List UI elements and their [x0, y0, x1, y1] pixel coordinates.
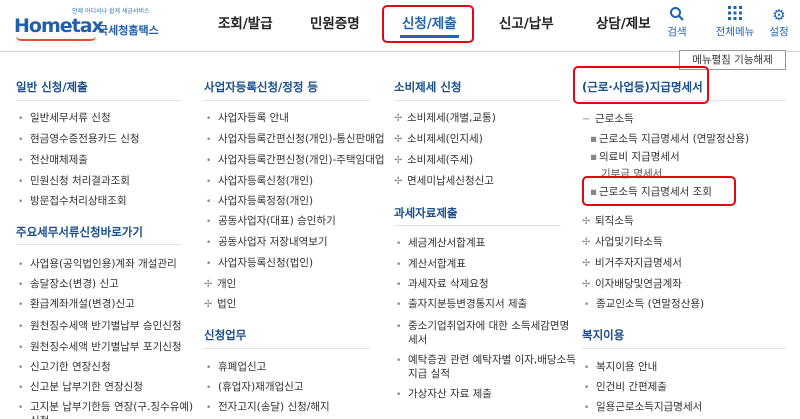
- section-divider: [16, 100, 182, 101]
- section-divider: [394, 225, 560, 226]
- menu-item[interactable]: • 환급계좌개설(변경)신고: [18, 296, 135, 311]
- logo-wordmark: Hometax: [14, 15, 104, 37]
- logo-korean-name: 국세청홈택스: [98, 24, 159, 37]
- plus-icon: ✢: [394, 134, 403, 145]
- plus-icon: ✢: [582, 279, 591, 290]
- menu-item[interactable]: • 사업용(공익법인용)계좌 개설관리: [18, 256, 177, 271]
- menu-item[interactable]: • 사업자등록신청(법인): [206, 255, 313, 270]
- plus-icon: ✢: [394, 113, 403, 124]
- menu-item-expanded[interactable]: − 근로소득: [582, 111, 634, 126]
- plus-icon: ✢: [204, 279, 213, 290]
- menu-item-expandable[interactable]: ✢ 비거주자지급명세서: [582, 255, 682, 270]
- logo-tagline: 언제 어디서나 쉽게 세금서비스: [72, 8, 150, 15]
- plus-icon: ✢: [582, 216, 591, 227]
- menu-item-expandable[interactable]: ✢ 법인: [204, 296, 236, 311]
- menu-item[interactable]: • 방문접수처리상태조회: [18, 193, 127, 208]
- section-divider: [582, 348, 786, 349]
- menu-item[interactable]: • 휴폐업신고: [206, 359, 266, 374]
- section-title-application-tasks[interactable]: 신청업무: [204, 327, 246, 343]
- grid-icon: [712, 6, 758, 24]
- settings-label: 설정: [769, 26, 789, 38]
- search-label: 검색: [667, 26, 687, 38]
- submenu-item[interactable]: ▪ 의료비 지급명세서: [590, 149, 680, 164]
- plus-icon: ✢: [582, 237, 591, 248]
- menu-item[interactable]: • 사업자등록정정(개인): [206, 193, 313, 208]
- section-title-business-registration[interactable]: 사업자등록신청/정정 등: [204, 79, 318, 95]
- menu-item[interactable]: • 출자지분등변경통지서 제출: [396, 296, 527, 311]
- highlight-box-statement-inquiry: [582, 176, 736, 206]
- menu-item-expandable[interactable]: ✢ 소비제세(주세): [394, 152, 473, 167]
- logo-swoosh: [16, 36, 96, 41]
- gear-icon: ⚙: [772, 6, 786, 24]
- menu-item-expandable[interactable]: ✢ 면세미납세신청신고: [394, 173, 494, 188]
- menu-item-expandable[interactable]: ✢ 사업및기타소득: [582, 234, 663, 249]
- menu-item-expandable[interactable]: ✢ 개인: [204, 276, 236, 291]
- menu-item[interactable]: • 전산매체제출: [18, 152, 88, 167]
- menu-item[interactable]: • 공동사업자(대표) 승인하기: [206, 213, 336, 228]
- submenu-item[interactable]: ▪ 근로소득 지급명세서 (연말정산용): [590, 131, 749, 146]
- hometax-logo[interactable]: 언제 어디서나 쉽게 세금서비스 Hometax 국세청홈택스: [14, 6, 164, 42]
- menu-item[interactable]: • 인건비 간편제출: [584, 379, 667, 394]
- menu-item[interactable]: • 예탁증권 관련 예탁자별 이자,배당소득: [396, 352, 576, 367]
- menu-item-expandable[interactable]: ✢ 소비제세(개별,교통): [394, 110, 496, 125]
- menu-item[interactable]: • 신고기한 연장신청: [18, 359, 111, 374]
- section-title-general-application[interactable]: 일반 신청/제출: [16, 79, 88, 95]
- menu-item[interactable]: • 신고분 납부기한 연장신청: [18, 379, 143, 394]
- section-divider: [204, 100, 370, 101]
- menu-item[interactable]: • 송달장소(변경) 신고: [18, 276, 119, 291]
- menu-item[interactable]: • 과세자료 삭제요청: [396, 276, 489, 291]
- all-menu-label: 전체메뉴: [715, 26, 755, 38]
- menu-item[interactable]: • 전자고지(송달) 신청/해지: [206, 399, 330, 414]
- settings-button[interactable]: ⚙ 설정: [756, 6, 800, 39]
- menu-item[interactable]: • 가상자산 자료 제출: [396, 386, 492, 401]
- menu-item[interactable]: • 사업자등록간편신청(개인)-통신판매업: [206, 131, 385, 146]
- gnb-filing-payment[interactable]: 신고/납부: [499, 12, 554, 32]
- menu-item-continued[interactable]: 신청: [30, 413, 49, 419]
- plus-icon: ✢: [394, 155, 403, 166]
- section-divider: [394, 100, 560, 101]
- search-button[interactable]: 검색: [654, 6, 700, 39]
- all-menu-button[interactable]: 전체메뉴: [712, 6, 758, 39]
- section-divider: [16, 244, 182, 245]
- menu-item[interactable]: • 고지분 납부기한등 연장(구.징수유예): [18, 399, 193, 414]
- menu-item[interactable]: • 세금계산서합계표: [396, 235, 485, 250]
- menu-item[interactable]: • 사업자등록신청(개인): [206, 173, 313, 188]
- menu-item[interactable]: • 일용근로소득지급명세서: [584, 399, 702, 414]
- section-title-consumption-tax[interactable]: 소비제세 신청: [394, 79, 461, 95]
- menu-item[interactable]: • 공동사업자 저장내역보기: [206, 234, 328, 249]
- gnb-inquiry[interactable]: 조회/발급: [218, 12, 273, 32]
- gnb-certificates[interactable]: 민원증명: [310, 12, 360, 32]
- minus-icon: −: [582, 114, 591, 125]
- highlight-box-payment-statements: [573, 66, 709, 104]
- menu-item[interactable]: • 사업자등록 안내: [206, 110, 289, 125]
- menu-item[interactable]: • 일반세무서류 신청: [18, 110, 111, 125]
- section-title-main-documents-shortcut[interactable]: 주요세무서류신청바로가기: [16, 224, 143, 240]
- menu-item[interactable]: • 복지이용 안내: [584, 359, 657, 374]
- menu-item-expandable[interactable]: ✢ 이자배당및연금계좌: [582, 276, 682, 291]
- section-divider: [204, 348, 370, 349]
- section-title-welfare[interactable]: 복지이용: [582, 327, 624, 343]
- search-icon: [654, 6, 700, 24]
- menu-item[interactable]: • 민원신청 처리결과조회: [18, 173, 130, 188]
- menu-item-expandable[interactable]: ✢ 퇴직소득: [582, 213, 634, 228]
- gnb-consult-report[interactable]: 상담/제보: [596, 12, 651, 32]
- menu-item-continued[interactable]: 지급 실적: [408, 366, 450, 381]
- section-title-taxation-data[interactable]: 과세자료제출: [394, 205, 457, 221]
- menu-item[interactable]: • 사업자등록간편신청(개인)-주택임대업: [206, 152, 385, 167]
- menu-item[interactable]: • 계산서합계표: [396, 256, 466, 271]
- menu-item-expandable[interactable]: ✢ 소비제세(인지세): [394, 131, 483, 146]
- menu-item-continued[interactable]: 세서: [408, 332, 427, 347]
- plus-icon: ✢: [394, 176, 403, 187]
- plus-icon: ✢: [582, 258, 591, 269]
- menu-item[interactable]: • (휴업자)재개업신고: [206, 379, 303, 394]
- plus-icon: ✢: [204, 299, 213, 310]
- menu-item[interactable]: • 원천징수세액 반기별납부 승인신청: [18, 318, 182, 333]
- menu-item[interactable]: • 원천징수세액 반기별납부 포기신청: [18, 339, 182, 354]
- highlight-box-gnb-application: [382, 5, 474, 43]
- menu-item[interactable]: • 종교인소득 (연말정산용): [584, 296, 704, 311]
- menu-item[interactable]: • 현금영수증전용카드 신청: [18, 131, 140, 146]
- menu-item[interactable]: • 중소기업취업자에 대한 소득세감면명: [396, 318, 569, 333]
